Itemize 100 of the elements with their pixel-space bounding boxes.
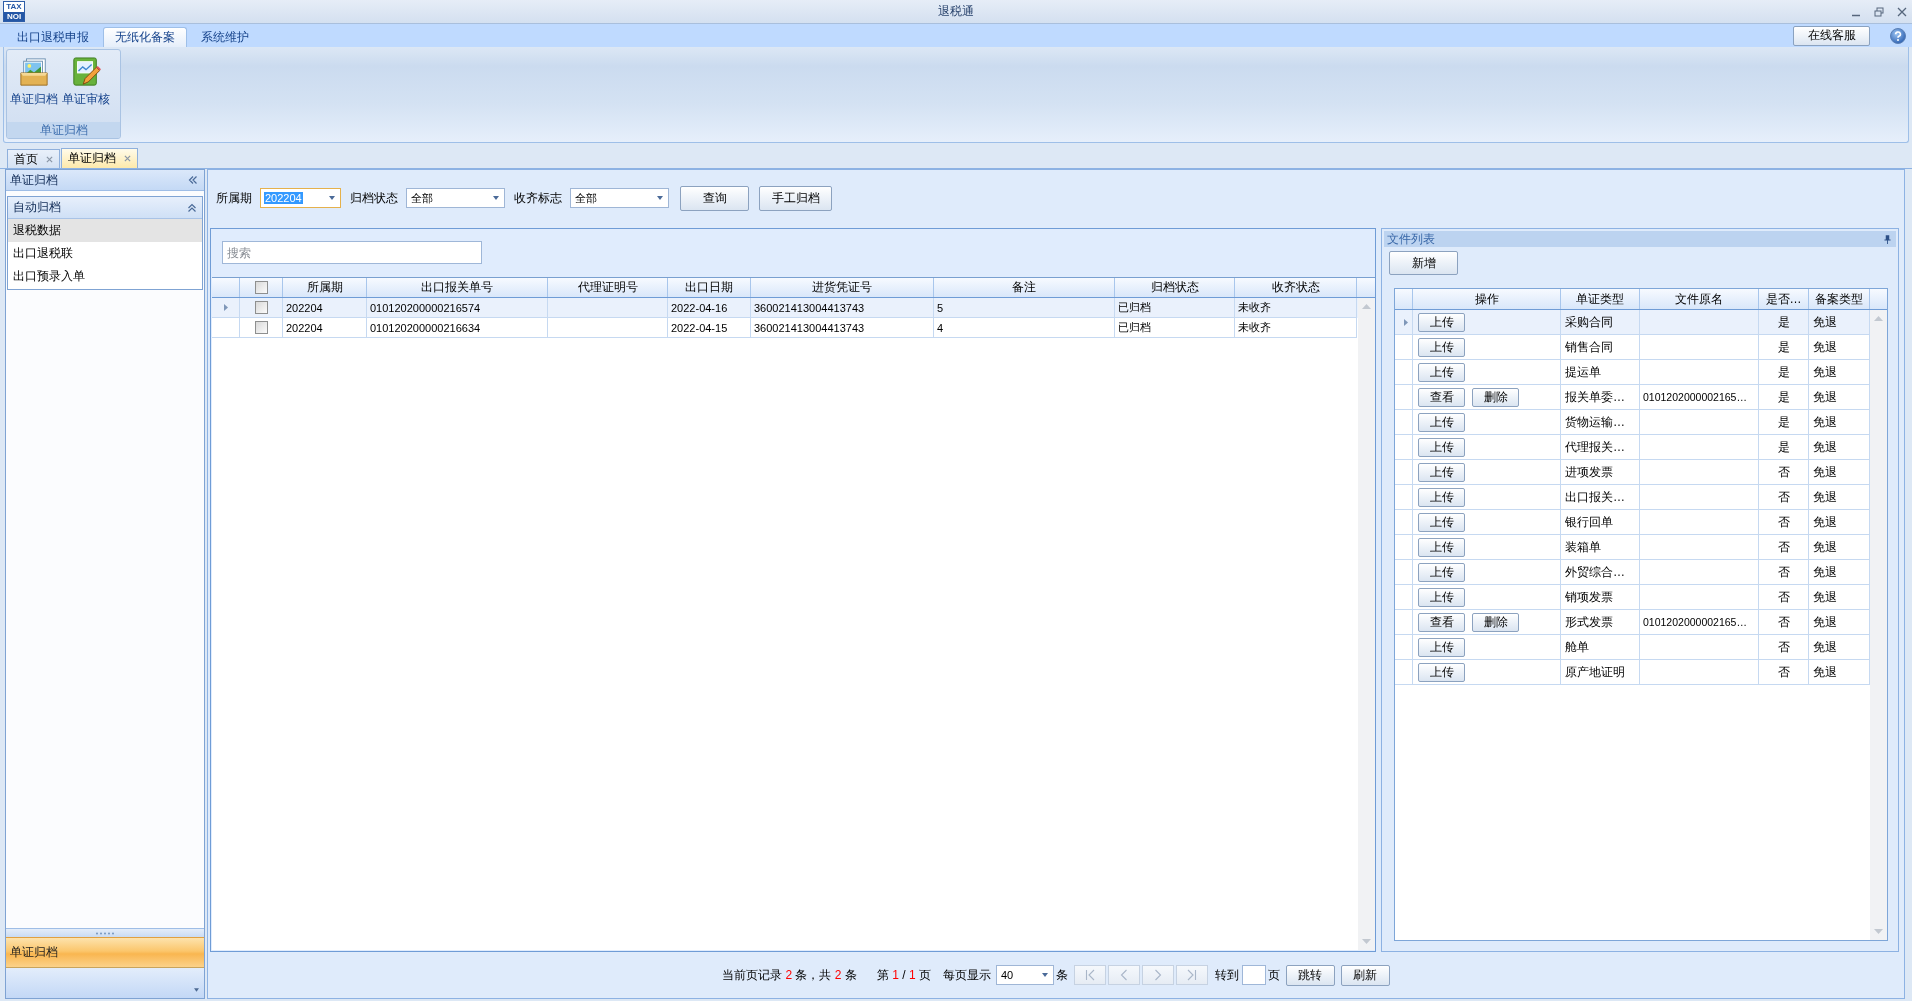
dropdown-arrow-icon[interactable] [493, 196, 499, 200]
manual-archive-button[interactable]: 手工归档 [759, 185, 832, 211]
column-header[interactable]: 出口日期 [668, 278, 751, 297]
table-row[interactable]: 上传 原产地证明 否 免退 [1395, 660, 1870, 685]
dropdown-arrow-icon[interactable] [329, 196, 335, 200]
scroll-down-icon[interactable] [1874, 929, 1883, 934]
group-header[interactable]: 自动归档 [8, 197, 202, 219]
column-header[interactable]: 文件原名 [1640, 289, 1759, 309]
close-icon[interactable] [124, 155, 131, 162]
collapse-icon[interactable] [188, 175, 198, 185]
row-action-button[interactable]: 上传 [1418, 337, 1465, 357]
table-row[interactable]: 上传 代理报关… 是 免退 [1395, 435, 1870, 460]
document-tab[interactable]: 单证归档 [61, 148, 138, 168]
ribbon-button[interactable]: 单证归档 [10, 54, 58, 122]
dropdown-arrow-icon[interactable] [657, 196, 663, 200]
ribbon-tab[interactable]: 系统维护 [189, 27, 261, 47]
column-header[interactable]: 收齐状态 [1235, 278, 1357, 297]
scroll-up-icon[interactable] [1874, 316, 1883, 321]
row-action-button[interactable]: 上传 [1418, 562, 1465, 582]
page-size-dropdown[interactable]: 40 [995, 965, 1054, 985]
table-row[interactable]: 202204 010120200000216574 2022-04-16 360021413004413743 5 已归档 未收齐 [212, 298, 1358, 318]
dropdown-arrow-icon[interactable] [1041, 973, 1048, 977]
table-row[interactable]: 202204 010120200000216634 2022-04-15 360021413004413743 4 已归档 未收齐 [212, 318, 1358, 338]
column-header[interactable]: 进货凭证号 [751, 278, 934, 297]
table-row[interactable]: 上传 外贸综合… 否 免退 [1395, 560, 1870, 585]
filter-label: 所属期 [216, 189, 252, 207]
column-header[interactable]: 操作 [1413, 289, 1561, 309]
navigation-item[interactable]: 退税数据 [8, 219, 202, 242]
row-action-button[interactable]: 上传 [1418, 362, 1465, 382]
column-header[interactable]: 是否… [1759, 289, 1809, 309]
row-action-button[interactable]: 上传 [1418, 487, 1465, 507]
goto-page-field[interactable] [1241, 965, 1266, 985]
row-action-button[interactable]: 上传 [1418, 412, 1465, 432]
collapse-icon[interactable] [187, 202, 197, 213]
table-row[interactable]: 上传 提运单 是 免退 [1395, 360, 1870, 385]
table-row[interactable]: 上传 银行回单 否 免退 [1395, 510, 1870, 535]
dropdown-field[interactable]: 全部 [570, 188, 669, 208]
ribbon-tab[interactable]: 出口退税申报 [5, 27, 101, 47]
restore-icon[interactable] [1874, 6, 1884, 17]
navigation-item[interactable]: 出口退税联 [8, 242, 202, 265]
splitter-bar[interactable] [6, 928, 204, 937]
scroll-up-icon[interactable] [1362, 304, 1371, 309]
scrollbar-track[interactable] [1358, 298, 1375, 950]
ribbon-tab[interactable]: 无纸化备案 [103, 27, 187, 47]
table-cell: 5 [934, 298, 1115, 318]
table-cell: 360021413004413743 [751, 298, 934, 318]
column-header[interactable]: 所属期 [283, 278, 367, 297]
online-service-button[interactable]: 在线客服 [1793, 25, 1870, 46]
refresh-button[interactable]: 刷新 [1340, 964, 1390, 986]
table-row[interactable]: 上传 销项发票 否 免退 [1395, 585, 1870, 610]
column-header[interactable]: 代理证明号 [548, 278, 668, 297]
row-action-button[interactable]: 上传 [1418, 587, 1465, 607]
table-cell: 形式发票 [1561, 610, 1640, 635]
row-action-button[interactable]: 查看 [1418, 612, 1465, 632]
column-header[interactable]: 出口报关单号 [367, 278, 548, 297]
column-header[interactable]: 备案类型 [1809, 289, 1870, 309]
pin-icon[interactable] [1884, 234, 1891, 244]
column-header[interactable]: 归档状态 [1115, 278, 1235, 297]
search-field[interactable]: 搜索 [222, 241, 482, 264]
row-checkbox[interactable] [254, 301, 268, 314]
goto-button[interactable]: 跳转 [1285, 964, 1335, 986]
close-icon[interactable] [46, 155, 53, 163]
row-action-button[interactable]: 上传 [1418, 437, 1465, 457]
close-icon[interactable] [1897, 6, 1907, 17]
document-tab[interactable]: 首页 [7, 149, 60, 168]
table-row[interactable]: 查看 删除 报关单委… 0101202000002165… 是 免退 [1395, 385, 1870, 410]
navigation-item[interactable]: 出口预录入单 [8, 265, 202, 288]
row-action-button[interactable]: 上传 [1418, 512, 1465, 532]
ribbon-button[interactable]: 单证审核 [62, 54, 110, 122]
table-row[interactable]: 上传 出口报关… 否 免退 [1395, 485, 1870, 510]
table-row[interactable]: 上传 货物运输… 是 免退 [1395, 410, 1870, 435]
navigation-bar-button[interactable]: 单证归档 [6, 937, 204, 968]
row-action-button[interactable]: 删除 [1472, 387, 1519, 407]
select-all-checkbox[interactable] [254, 281, 268, 294]
table-row[interactable]: 上传 采购合同 是 免退 [1395, 310, 1870, 335]
dropdown-field[interactable]: 全部 [406, 188, 505, 208]
grip-icon[interactable] [95, 931, 115, 935]
window-title: 退税通 [938, 3, 974, 20]
row-action-button[interactable]: 上传 [1418, 462, 1465, 482]
row-action-button[interactable]: 上传 [1418, 312, 1465, 332]
row-checkbox[interactable] [254, 321, 268, 334]
table-row[interactable]: 查看 删除 形式发票 0101202000002165… 否 免退 [1395, 610, 1870, 635]
table-row[interactable]: 上传 进项发票 否 免退 [1395, 460, 1870, 485]
scroll-down-icon[interactable] [1362, 939, 1371, 944]
table-row[interactable]: 上传 销售合同 是 免退 [1395, 335, 1870, 360]
column-header[interactable]: 单证类型 [1561, 289, 1640, 309]
add-button[interactable]: 新增 [1389, 251, 1458, 275]
app-logo: TAX NOI [3, 1, 25, 22]
row-action-button[interactable]: 删除 [1472, 612, 1519, 632]
row-action-button[interactable]: 上传 [1418, 662, 1465, 682]
help-icon[interactable] [1890, 27, 1906, 44]
column-header[interactable]: 备注 [934, 278, 1115, 297]
table-row[interactable]: 上传 装箱单 否 免退 [1395, 535, 1870, 560]
row-action-button[interactable]: 上传 [1418, 637, 1465, 657]
scrollbar-track[interactable] [1870, 310, 1887, 940]
row-action-button[interactable]: 查看 [1418, 387, 1465, 407]
table-row[interactable]: 上传 舱单 否 免退 [1395, 635, 1870, 660]
caret-icon[interactable] [194, 988, 199, 992]
query-button[interactable]: 查询 [680, 185, 749, 211]
row-action-button[interactable]: 上传 [1418, 537, 1465, 557]
